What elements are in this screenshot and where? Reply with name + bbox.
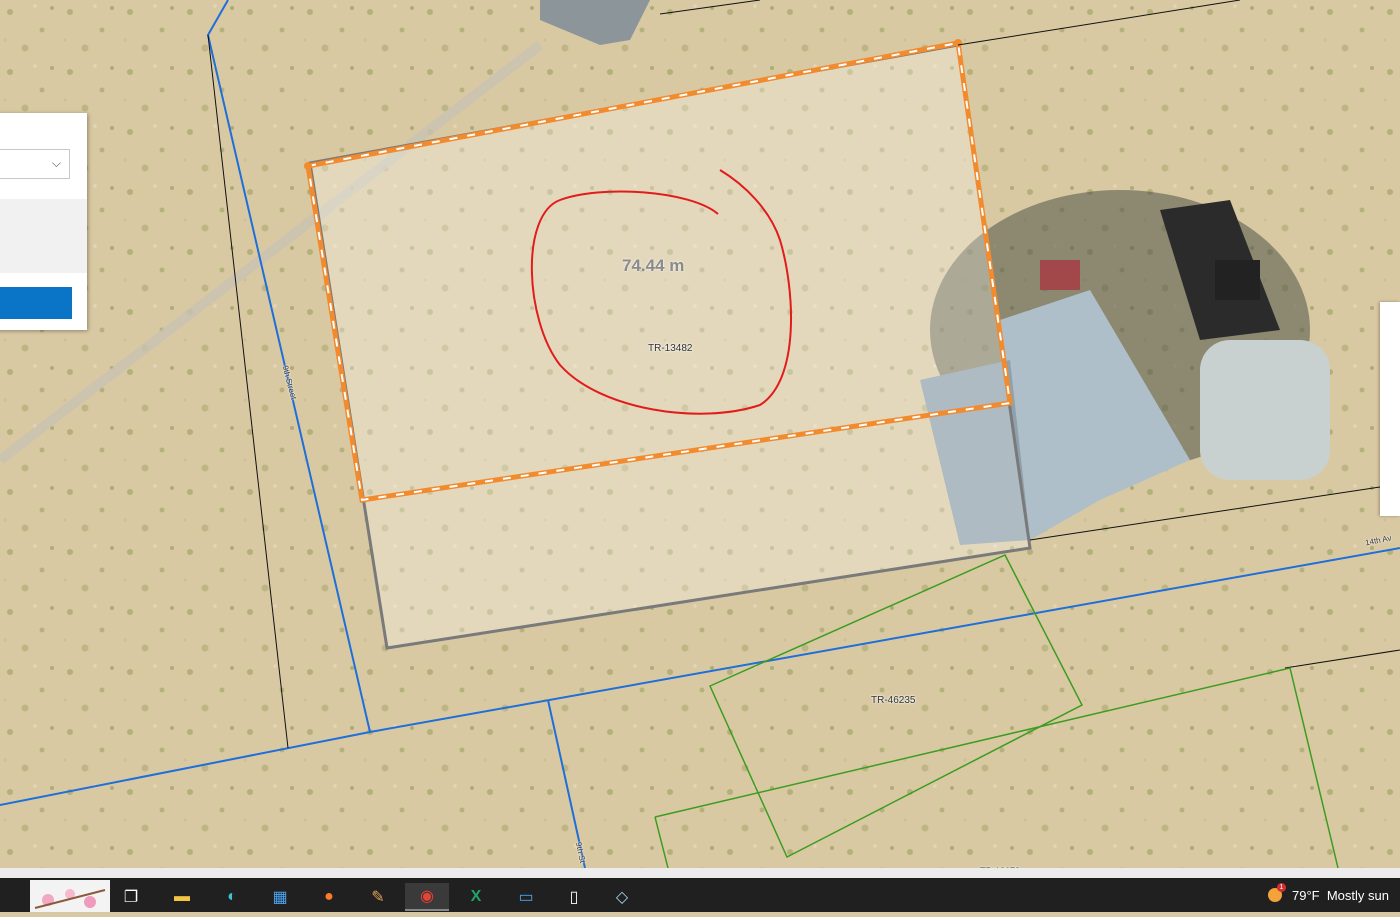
scanner-icon[interactable]: ▭ [512,883,540,911]
apply-button[interactable] [0,287,72,319]
chrome-icon[interactable]: ◉ [405,883,449,911]
weather-condition: Mostly sun [1326,888,1389,903]
firefox-icon[interactable]: ● [315,883,343,911]
panel-section [0,199,87,273]
horizontal-scrollbar[interactable] [0,868,1400,878]
measure-vertex[interactable] [304,162,312,170]
edge-icon[interactable]: ◐ [218,883,246,911]
paint-icon[interactable]: ✎ [364,883,392,911]
side-panel: ⌵ [0,113,87,330]
weather-widget[interactable]: 1 79°F Mostly sun [1268,883,1389,903]
measure-length-label: 74.44 m [622,256,685,275]
file-explorer-icon[interactable]: ▬ [168,883,196,911]
parcel-label-main: TR-13482 [648,343,693,354]
measure-vertex[interactable] [954,39,962,47]
notification-badge: 1 [1277,883,1286,892]
task-view-icon[interactable]: ❐ [117,883,145,911]
cherry-blossom-icon [34,889,106,909]
weather-temperature: 79°F [1292,888,1320,903]
excel-icon[interactable]: X [462,883,490,911]
sun-icon: 1 [1268,883,1286,902]
map-view[interactable]: 74.44 m TR-13482 TR-46235 TR-13678 9th S… [0,0,1400,868]
store-icon[interactable]: ▦ [266,883,294,911]
map-canvas[interactable] [0,0,1400,868]
right-edge-panel[interactable] [1380,302,1400,516]
chevron-down-icon: ⌵ [51,156,61,170]
notes-icon[interactable]: ◇ [608,883,636,911]
parcel-label-south: TR-46235 [871,695,916,706]
document-icon[interactable]: ▯ [560,883,588,911]
taskbar [0,878,1400,912]
blossom-widget[interactable] [30,880,110,912]
layer-select[interactable]: ⌵ [0,149,70,179]
